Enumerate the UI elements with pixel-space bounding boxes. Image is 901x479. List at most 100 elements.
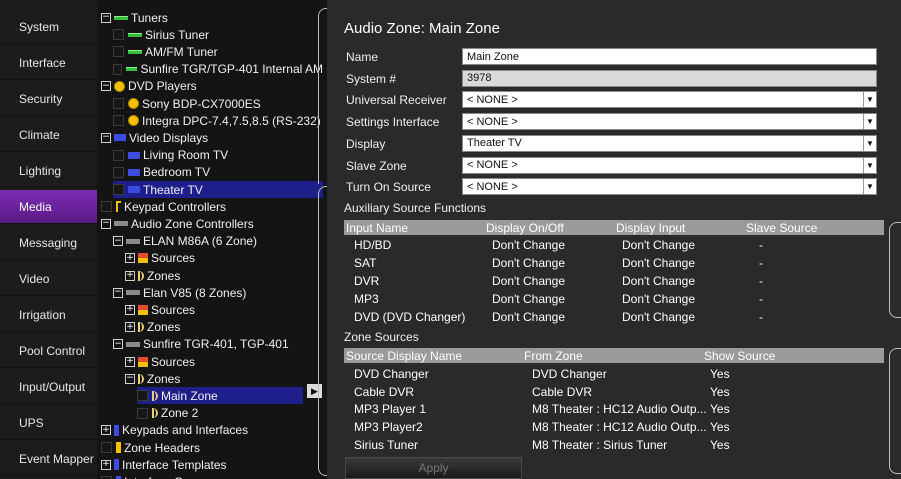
tree-checkbox[interactable] (113, 184, 124, 195)
table-row[interactable]: MP3 Don't Change Don't Change - (344, 291, 884, 308)
apply-button[interactable]: Apply (345, 457, 522, 479)
tree-checkbox[interactable] (113, 98, 124, 109)
universal-receiver-select[interactable]: < NONE > ▼ (462, 91, 877, 109)
dropdown-arrow-icon[interactable]: ▼ (863, 114, 876, 130)
table-cell: Don't Change (622, 238, 696, 252)
tree-checkbox[interactable] (137, 390, 148, 402)
table-row[interactable]: MP3 Player 1 M8 Theater : HC12 Audio Outp… (344, 401, 884, 418)
tree-item[interactable]: − Elan V85 (8 Zones) (113, 284, 323, 301)
table-row[interactable]: SAT Don't Change Don't Change - (344, 255, 884, 272)
tree-checkbox[interactable] (113, 166, 124, 178)
tree-item[interactable]: Sunfire TGR/TGP-401 Internal AM (113, 61, 323, 78)
sidebar-item-irrigation[interactable]: Irrigation (0, 298, 97, 332)
tree-item[interactable]: + Sources (125, 250, 323, 267)
tree-item[interactable]: Integra DPC-7.4,7.5,8.5 (RS-232) (113, 112, 323, 129)
aux-table-scroll-handle[interactable] (889, 222, 901, 318)
tree-checkbox[interactable] (137, 407, 148, 419)
tree-item-label: Audio Zone Controllers (131, 216, 254, 231)
tree-checkbox[interactable] (113, 149, 124, 161)
sidebar-item-messaging[interactable]: Messaging (0, 226, 97, 260)
table-cell: Yes (710, 402, 730, 417)
tree-item[interactable]: Bedroom TV (113, 164, 323, 181)
dropdown-arrow-icon[interactable]: ▼ (863, 92, 876, 108)
dropdown-arrow-icon[interactable]: ▼ (863, 135, 876, 151)
table-row[interactable]: Sirius Tuner M8 Theater : Sirius Tuner Yes (344, 437, 884, 454)
tree-checkbox[interactable] (113, 63, 123, 75)
tree-item[interactable]: Living Room TV (113, 147, 323, 164)
sidebar-item-climate[interactable]: Climate (0, 118, 97, 152)
sidebar-item-video[interactable]: Video (0, 262, 97, 296)
slave-zone-select[interactable]: < NONE > ▼ (462, 156, 877, 174)
tree-toggle-expand-icon[interactable]: + (101, 459, 111, 470)
sidebar-item-ups[interactable]: UPS (0, 406, 97, 440)
tree-item[interactable]: Theater TV (113, 181, 323, 198)
tree-checkbox[interactable] (113, 46, 124, 58)
tree-item[interactable]: AM/FM Tuner (113, 43, 323, 60)
tree-item-label: Keypad Controllers (124, 199, 227, 214)
table-row[interactable]: MP3 Player2 M8 Theater : HC12 Audio Outp.… (344, 419, 884, 436)
tree-item[interactable]: Sony BDP-CX7000ES (113, 95, 323, 112)
dropdown-arrow-icon[interactable]: ▼ (863, 179, 876, 195)
tree-toggle-collapse-icon[interactable]: − (113, 339, 123, 350)
table-row[interactable]: Cable DVR Cable DVR Yes (344, 384, 884, 401)
tree-toggle-collapse-icon[interactable]: − (101, 218, 111, 229)
tree-toggle-collapse-icon[interactable]: − (113, 236, 123, 247)
display-select[interactable]: Theater TV ▼ (462, 134, 877, 152)
tree-item[interactable]: + Sources (125, 301, 323, 318)
tree-item[interactable]: + Zones (125, 319, 323, 336)
table-cell: HD/BD (354, 238, 392, 252)
tree-toggle-expand-icon[interactable]: + (125, 304, 135, 315)
sidebar-item-interface[interactable]: Interface (0, 46, 97, 80)
tree-item[interactable]: − Tuners (101, 9, 323, 26)
tree-toggle-expand-icon[interactable]: + (125, 253, 135, 264)
tree-toggle-collapse-icon[interactable]: − (101, 81, 111, 92)
tree-toggle-expand-icon[interactable]: + (125, 356, 135, 367)
tree-toggle-collapse-icon[interactable]: − (101, 12, 111, 23)
table-row[interactable]: DVD (DVD Changer) Don't Change Don't Chang… (344, 309, 884, 326)
tree-toggle-collapse-icon[interactable]: − (113, 287, 123, 298)
sidebar-item-lighting[interactable]: Lighting (0, 154, 97, 188)
tree-item[interactable]: Interface Groups (101, 473, 323, 479)
tree-toggle-expand-icon[interactable]: + (125, 322, 135, 333)
sidebar-item-media[interactable]: Media (0, 190, 97, 224)
tree-item[interactable]: + Sources (125, 353, 323, 370)
aux-section-title: Auxiliary Source Functions (344, 201, 487, 215)
turn-on-source-select[interactable]: < NONE > ▼ (462, 178, 877, 196)
sidebar-item-pool-control[interactable]: Pool Control (0, 334, 97, 368)
tree-item[interactable]: − Video Displays (101, 129, 323, 146)
name-input[interactable]: Main Zone (462, 48, 877, 65)
tree-item[interactable]: − Audio Zone Controllers (101, 215, 323, 232)
tree-item[interactable]: Zone Headers (101, 439, 323, 456)
tuner-icon (126, 67, 138, 72)
table-row[interactable]: HD/BD Don't Change Don't Change - (344, 237, 884, 254)
tree-item[interactable]: + Zones (125, 267, 323, 284)
table-row[interactable]: DVD Changer DVD Changer Yes (344, 366, 884, 383)
tree-toggle-collapse-icon[interactable]: − (101, 132, 111, 143)
dropdown-arrow-icon[interactable]: ▼ (863, 157, 876, 173)
tree-item[interactable]: Sirius Tuner (113, 26, 323, 43)
settings-interface-select[interactable]: < NONE > ▼ (462, 113, 877, 131)
table-row[interactable]: DVR Don't Change Don't Change - (344, 273, 884, 290)
sidebar-item-event-mapper[interactable]: Event Mapper (0, 442, 97, 476)
tree-item[interactable]: − Sunfire TGR-401, TGP-401 (113, 336, 323, 353)
tree-item[interactable]: Main Zone (137, 387, 303, 405)
sidebar-item-system[interactable]: System (0, 10, 97, 44)
tree-item[interactable]: + Interface Templates (101, 456, 323, 473)
tree-toggle-collapse-icon[interactable]: − (125, 373, 135, 384)
tree-item[interactable]: − ELAN M86A (6 Zone) (113, 233, 323, 250)
tree-item[interactable]: Zone 2 (137, 405, 323, 422)
tree-item[interactable]: − Zones (125, 370, 323, 387)
tree-item[interactable]: − DVD Players (101, 78, 323, 95)
tree-checkbox[interactable] (101, 201, 112, 213)
zone-sources-scroll-handle[interactable] (889, 348, 901, 474)
tree-checkbox[interactable] (113, 29, 124, 41)
tree-checkbox[interactable] (113, 115, 124, 127)
tree-toggle-expand-icon[interactable]: + (125, 270, 135, 281)
tree-checkbox[interactable] (101, 442, 112, 453)
sidebar-item-input-output[interactable]: Input/Output (0, 370, 97, 404)
sidebar-item-security[interactable]: Security (0, 82, 97, 116)
tree-item[interactable]: Keypad Controllers (101, 198, 323, 215)
sources-icon (138, 304, 148, 315)
tree-toggle-expand-icon[interactable]: + (101, 425, 111, 436)
tree-item[interactable]: + Keypads and Interfaces (101, 422, 323, 439)
